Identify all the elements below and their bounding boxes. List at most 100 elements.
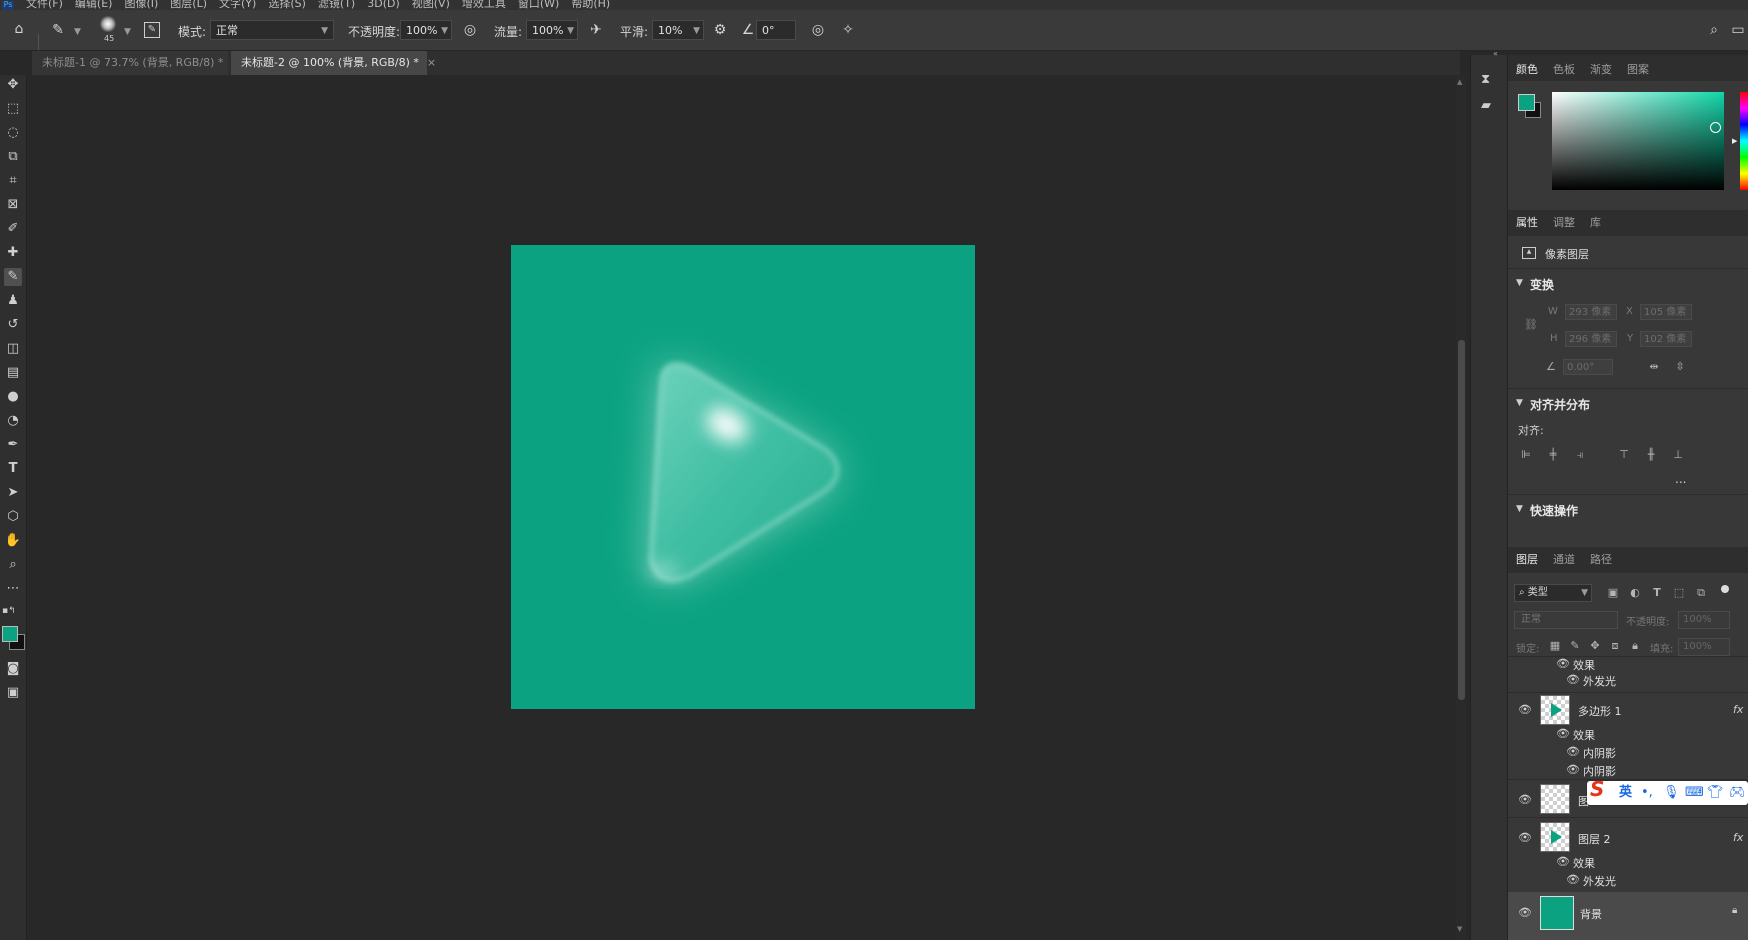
- type-tool-icon[interactable]: T: [4, 460, 22, 478]
- menu-view[interactable]: 视图(V): [412, 0, 450, 9]
- flip-horizontal-icon[interactable]: ⇹: [1647, 360, 1661, 374]
- menu-image[interactable]: 图像(I): [124, 0, 158, 9]
- chevron-down-icon[interactable]: ▼: [1516, 398, 1523, 408]
- marquee-tool-icon[interactable]: ⬚: [4, 100, 22, 118]
- chevron-down-icon[interactable]: ▼: [74, 27, 81, 37]
- foreground-color-chip[interactable]: [1518, 94, 1535, 111]
- home-icon[interactable]: ⌂: [11, 21, 27, 37]
- scroll-up-icon[interactable]: ▲: [1457, 78, 1462, 86]
- h-input[interactable]: 296 像素: [1565, 331, 1617, 347]
- screen-mode-icon[interactable]: ▣: [4, 684, 22, 702]
- frame-tool-icon[interactable]: ⊠: [4, 196, 22, 214]
- filter-smart-object-icon[interactable]: ⧉: [1694, 586, 1708, 600]
- tab-document-2[interactable]: 未标题-2 @ 100% (背景, RGB/8) * ×: [231, 51, 436, 75]
- gear-icon[interactable]: ⚙: [712, 22, 728, 38]
- search-icon[interactable]: ⌕: [1706, 22, 1722, 38]
- filter-shape-icon[interactable]: ⬚: [1672, 586, 1686, 600]
- layer-polygon-name[interactable]: 多边形 1: [1578, 703, 1622, 719]
- chevron-down-icon[interactable]: ▼: [124, 27, 131, 37]
- skin-icon[interactable]: 👕︎: [1707, 784, 1724, 802]
- layer-thumbnail[interactable]: [1540, 896, 1574, 930]
- tab-adjustments[interactable]: 调整: [1553, 210, 1575, 236]
- zoom-tool-icon[interactable]: ⌕: [4, 556, 22, 574]
- opacity-input[interactable]: 100% ▼: [400, 20, 452, 40]
- tab-layers[interactable]: 图层: [1516, 547, 1538, 573]
- crop-tool-icon[interactable]: ⌗: [4, 172, 22, 190]
- pen-tool-icon[interactable]: ✒: [4, 436, 22, 454]
- eye-icon[interactable]: 👁︎: [1556, 657, 1570, 670]
- menu-edit[interactable]: 编辑(E): [75, 0, 113, 9]
- fill-input[interactable]: 100%: [1678, 638, 1730, 656]
- layer-opacity-input[interactable]: 100%: [1678, 611, 1730, 629]
- layer-background-name[interactable]: 背景: [1580, 906, 1602, 922]
- align-middle-v-icon[interactable]: ╫: [1644, 448, 1658, 462]
- menu-type[interactable]: 文字(Y): [219, 0, 256, 9]
- menu-filter[interactable]: 滤镜(T): [318, 0, 355, 9]
- comments-panel-icon[interactable]: ▰: [1481, 98, 1491, 113]
- tab-patterns[interactable]: 图案: [1627, 57, 1649, 83]
- effect-outer-glow[interactable]: 外发光: [1583, 873, 1616, 889]
- brush-settings-icon[interactable]: ✎: [144, 22, 160, 38]
- color-field[interactable]: [1552, 92, 1724, 190]
- brush-tool-icon[interactable]: ✎: [50, 22, 66, 38]
- align-center-h-icon[interactable]: ╪: [1546, 448, 1560, 462]
- pressure-size-icon[interactable]: ◎: [810, 22, 826, 38]
- menu-3d[interactable]: 3D(D): [367, 0, 400, 9]
- mode-select[interactable]: 正常 ▼: [210, 20, 334, 40]
- filter-type-icon[interactable]: T: [1650, 586, 1664, 600]
- effect-inner-shadow[interactable]: 内阴影: [1583, 745, 1616, 761]
- foreground-color-swatch[interactable]: [2, 626, 18, 642]
- link-icon[interactable]: ⛓: [1524, 318, 1538, 331]
- align-bottom-icon[interactable]: ⊥: [1671, 448, 1685, 462]
- microphone-icon[interactable]: 🎙︎: [1663, 784, 1680, 802]
- menu-select[interactable]: 选择(S): [268, 0, 306, 9]
- eye-icon[interactable]: 👁︎: [1556, 727, 1570, 740]
- align-right-icon[interactable]: ⫣: [1573, 448, 1587, 462]
- blur-tool-icon[interactable]: ●: [4, 388, 22, 406]
- eye-icon[interactable]: 👁︎: [1566, 873, 1580, 886]
- filter-toggle-icon[interactable]: [1721, 585, 1729, 593]
- keyboard-icon[interactable]: ⌨: [1685, 784, 1704, 802]
- blend-mode-select[interactable]: 正常: [1514, 611, 1618, 629]
- lasso-tool-icon[interactable]: ◌: [4, 124, 22, 142]
- gradient-tool-icon[interactable]: ▤: [4, 364, 22, 382]
- hand-tool-icon[interactable]: ✋: [4, 532, 22, 550]
- more-options-button[interactable]: ...: [1675, 472, 1686, 486]
- tab-channels[interactable]: 通道: [1553, 547, 1575, 573]
- w-input[interactable]: 293 像素: [1565, 304, 1617, 320]
- ime-punctuation-icon[interactable]: •,: [1641, 784, 1653, 802]
- tab-gradients[interactable]: 渐变: [1590, 57, 1612, 83]
- rotation-input[interactable]: 0.00°: [1563, 359, 1613, 375]
- eye-icon[interactable]: 👁︎: [1566, 763, 1580, 776]
- filter-adjustment-icon[interactable]: ◐: [1628, 586, 1642, 600]
- object-select-tool-icon[interactable]: ⧉: [4, 148, 22, 166]
- layer-2-name[interactable]: 图层 2: [1578, 831, 1611, 847]
- path-select-tool-icon[interactable]: ➤: [4, 484, 22, 502]
- collapse-icon[interactable]: «: [1493, 49, 1498, 58]
- tab-libraries[interactable]: 库: [1590, 210, 1601, 236]
- layer-filter-select[interactable]: ⌕ 类型 ▼: [1514, 584, 1592, 602]
- scrollbar-thumb[interactable]: [1458, 340, 1465, 700]
- default-colors-icon[interactable]: ▪↰: [2, 606, 16, 616]
- y-input[interactable]: 102 像素: [1640, 331, 1692, 347]
- tab-color[interactable]: 颜色: [1516, 57, 1538, 83]
- eraser-tool-icon[interactable]: ◫: [4, 340, 22, 358]
- ime-logo-icon[interactable]: S: [1590, 779, 1604, 799]
- quick-mask-icon[interactable]: ◙: [4, 660, 22, 678]
- eye-icon[interactable]: 👁︎: [1566, 745, 1580, 758]
- eye-icon[interactable]: 👁︎: [1566, 673, 1580, 686]
- menu-plugins[interactable]: 增效工具: [462, 0, 506, 9]
- layer-thumbnail[interactable]: [1540, 695, 1570, 725]
- more-tools-icon[interactable]: ⋯: [4, 580, 22, 598]
- gamepad-icon[interactable]: 🎮︎: [1729, 784, 1746, 802]
- smooth-input[interactable]: 10% ▼: [652, 20, 704, 40]
- lock-transparency-icon[interactable]: ▦: [1548, 639, 1562, 653]
- eye-icon[interactable]: 👁︎: [1518, 906, 1532, 919]
- menu-file[interactable]: 文件(F): [26, 0, 63, 9]
- menu-layer[interactable]: 图层(L): [170, 0, 207, 9]
- shape-tool-icon[interactable]: ⬡: [4, 508, 22, 526]
- ime-language-toggle[interactable]: 英: [1619, 784, 1632, 802]
- brush-tool-icon[interactable]: ✎: [4, 268, 22, 286]
- effect-outer-glow[interactable]: 外发光: [1583, 673, 1616, 689]
- stamp-tool-icon[interactable]: ♟: [4, 292, 22, 310]
